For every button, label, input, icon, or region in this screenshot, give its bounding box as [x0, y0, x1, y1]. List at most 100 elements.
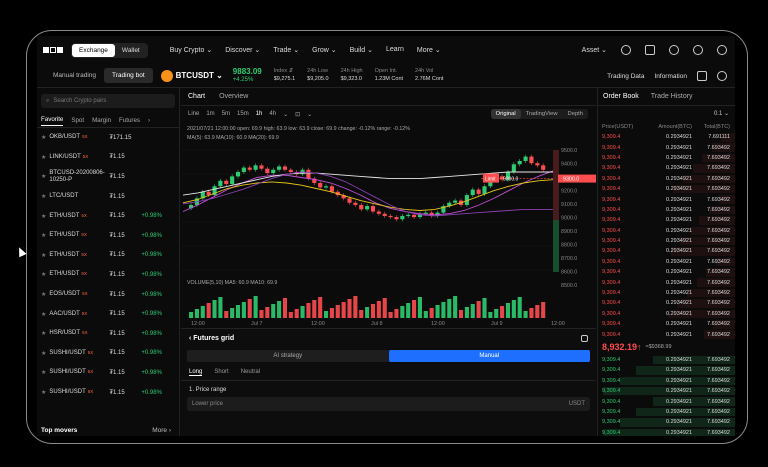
book-row[interactable]: 9,309.4 0.2934921 7.693492 [598, 277, 735, 287]
asset-menu[interactable]: Asset ⌄ [582, 46, 607, 54]
help-icon[interactable] [693, 45, 703, 55]
tab-order-book[interactable]: Order Book [603, 93, 639, 100]
star-icon[interactable]: ★ [41, 311, 46, 318]
interval-15m[interactable]: 15m [237, 111, 249, 117]
pair-row[interactable]: ★ ETH/USDT 5X ₮1.15 +0.98% [37, 206, 179, 226]
grid-title[interactable]: ‹ Futures grid [189, 335, 234, 342]
star-icon[interactable]: ★ [41, 252, 46, 259]
pair-row[interactable]: ★ HSR/USDT 5X ₮1.15 +0.98% [37, 324, 179, 344]
book-row[interactable]: 9,309.4 0.2934921 7.693492 [598, 246, 735, 256]
trading-data-link[interactable]: Trading Data [607, 73, 644, 80]
pair-row[interactable]: ★ SUSHI/USDT 5X ₮1.15 +0.98% [37, 383, 179, 403]
menu-trade[interactable]: Trade ⌄ [273, 46, 299, 54]
pair-row[interactable]: ★ ETH/USDT 5X ₮1.15 +0.98% [37, 246, 179, 266]
step-selector[interactable]: 0.1 ⌄ [598, 106, 735, 121]
star-icon[interactable]: ★ [41, 154, 46, 161]
interval-1h[interactable]: 1h [256, 111, 263, 117]
tab-neutral[interactable]: Neutral [241, 369, 260, 376]
star-icon[interactable]: ★ [41, 271, 46, 278]
interval-1m[interactable]: 1m [206, 111, 214, 117]
menu-grow[interactable]: Grow ⌄ [312, 46, 337, 54]
tab-futures[interactable]: Futures [119, 117, 140, 124]
interval-4h[interactable]: 4h [269, 111, 276, 117]
chevron-right-icon[interactable]: › [148, 117, 150, 124]
indicator-dropdown[interactable]: ⌄ [307, 111, 312, 118]
settings-icon[interactable] [717, 71, 727, 81]
pair-row[interactable]: ★ OKB/USDT 5X ₮171.15 [37, 128, 179, 148]
book-row[interactable]: 9,309.4 0.2934921 7.693492 [598, 288, 735, 298]
okx-logo[interactable] [43, 47, 63, 53]
layout-icon[interactable] [697, 71, 707, 81]
book-row[interactable]: 9,309.4 0.2934921 7.693492 [598, 236, 735, 246]
pair-row[interactable]: ★ ETH/USDT 5X ₮1.15 +0.98% [37, 265, 179, 285]
book-row[interactable]: 9,309.4 0.2934921 7.693492 [598, 153, 735, 163]
user-icon[interactable] [621, 45, 631, 55]
mode-manual[interactable]: Manual [388, 350, 590, 362]
pair-row[interactable]: ★ SUSHI/USDT 5X ₮1.15 +0.98% [37, 363, 179, 383]
globe-icon[interactable] [717, 45, 727, 55]
pair-selector[interactable]: BTCUSDT ⌄ [176, 71, 223, 80]
star-icon[interactable]: ★ [41, 291, 46, 298]
menu-build[interactable]: Build ⌄ [350, 46, 373, 54]
menu-more[interactable]: More ⌄ [417, 46, 441, 54]
star-icon[interactable]: ★ [41, 232, 46, 239]
price-chart[interactable]: 2021/07/21 12:00:00 open: 69.9 high: 63.… [181, 122, 596, 328]
book-row[interactable]: 9,309.4 0.2934921 7.693492 [598, 407, 735, 417]
pair-row[interactable]: ★ EOS/USDT 5X ₮1.15 +0.98% [37, 285, 179, 305]
search-input[interactable]: ⌕ Search Crypto pairs [41, 94, 175, 108]
book-row[interactable]: 9,309.4 0.2934921 7.693492 [598, 142, 735, 152]
view-tradingview[interactable]: TradingView [521, 109, 563, 119]
download-icon[interactable] [645, 45, 655, 55]
view-original[interactable]: Original [490, 109, 521, 119]
star-icon[interactable]: ★ [41, 134, 46, 141]
interval-line[interactable]: Line [188, 111, 199, 117]
information-link[interactable]: Information [654, 73, 687, 80]
book-row[interactable]: 9,309.4 0.2934921 7.693492 [598, 205, 735, 215]
menu-buy-crypto[interactable]: Buy Crypto ⌄ [170, 46, 212, 54]
star-icon[interactable]: ★ [41, 369, 46, 376]
book-row[interactable]: 9,309.4 0.2934921 7.693492 [598, 267, 735, 277]
interval-dropdown[interactable]: ⌄ [283, 111, 288, 118]
pair-row[interactable]: ★ AAC/USDT 5X ₮1.15 +0.98% [37, 304, 179, 324]
bell-icon[interactable] [669, 45, 679, 55]
book-row[interactable]: 9,309.4 0.2934921 7.693492 [598, 184, 735, 194]
tab-long[interactable]: Long [189, 369, 203, 376]
book-row[interactable]: 9,309.4 0.2934921 7.693492 [598, 355, 735, 365]
menu-learn[interactable]: Learn [386, 46, 404, 54]
book-row[interactable]: 9,309.4 0.2934921 7.693492 [598, 257, 735, 267]
tab-trade-history[interactable]: Trade History [651, 93, 693, 100]
book-row[interactable]: 9,309.4 0.2934921 7.693492 [598, 163, 735, 173]
star-icon[interactable]: ★ [41, 193, 46, 200]
more-link[interactable]: More › [152, 427, 171, 434]
star-icon[interactable]: ★ [41, 330, 46, 337]
tab-short[interactable]: Short [214, 369, 228, 376]
star-icon[interactable]: ★ [41, 173, 46, 180]
book-row[interactable]: 9,309.4 0.2934921 7.693492 [598, 309, 735, 319]
interval-5m[interactable]: 5m [222, 111, 230, 117]
pair-row[interactable]: ★ BTCUSD-20200806-10250-P ₮1.15 [37, 167, 179, 187]
star-icon[interactable]: ★ [41, 350, 46, 357]
tab-wallet[interactable]: Wallet [115, 44, 147, 57]
tab-overview[interactable]: Overview [219, 93, 248, 100]
star-icon[interactable]: ★ [41, 213, 46, 220]
lower-price-input[interactable]: Lower price USDT [187, 397, 590, 411]
book-row[interactable]: 9,309.4 0.2934921 7.693492 [598, 396, 735, 406]
tab-favorite[interactable]: Favorite [41, 116, 64, 126]
book-row[interactable]: 9,309.4 0.2934921 7.693492 [598, 376, 735, 386]
book-row[interactable]: 9,309.4 0.2934921 7.691111 [598, 132, 735, 142]
minimize-icon[interactable] [581, 334, 588, 342]
book-row[interactable]: 9,309.4 0.2934921 7.693492 [598, 298, 735, 308]
tab-spot[interactable]: Spot [71, 117, 84, 124]
mode-ai-strategy[interactable]: AI strategy [187, 350, 389, 362]
tab-chart[interactable]: Chart [188, 93, 205, 100]
indicator-icon[interactable]: ⊡ [295, 111, 300, 118]
book-row[interactable]: 9,309.4 0.2934921 7.693492 [598, 319, 735, 329]
pair-row[interactable]: ★ LTC/USDT ₮1.15 [37, 187, 179, 207]
view-depth[interactable]: Depth [563, 109, 588, 119]
menu-discover[interactable]: Discover ⌄ [225, 46, 260, 54]
book-row[interactable]: 9,309.4 0.2934921 7.693492 [598, 174, 735, 184]
tab-exchange[interactable]: Exchange [72, 43, 115, 57]
pair-row[interactable]: ★ ETH/USDT 5X ₮1.15 +0.98% [37, 226, 179, 246]
book-row[interactable]: 9,309.4 0.2934921 7.693492 [598, 428, 735, 436]
book-row[interactable]: 9,309.4 0.2934921 7.693492 [598, 215, 735, 225]
